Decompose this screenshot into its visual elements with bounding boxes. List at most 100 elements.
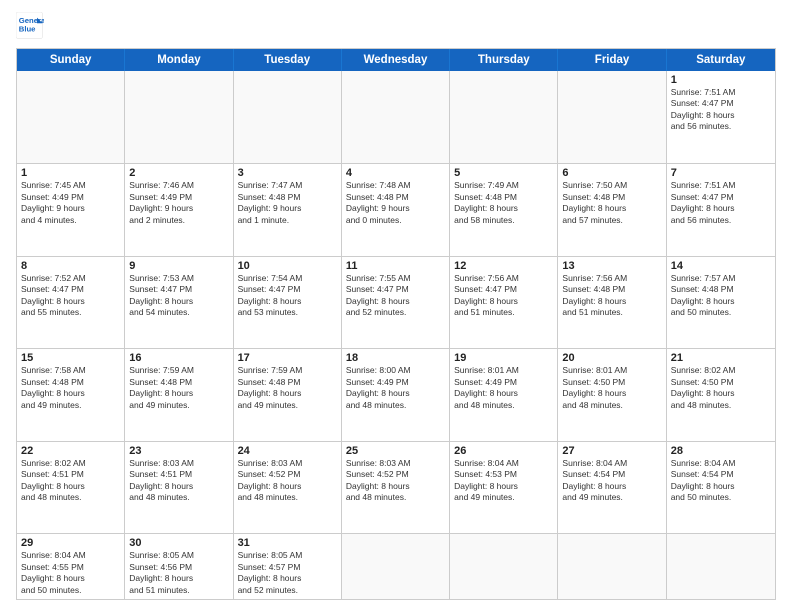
calendar-cell	[558, 71, 666, 163]
day-number: 10	[238, 260, 337, 272]
calendar-cell: 23Sunrise: 8:03 AMSunset: 4:51 PMDayligh…	[125, 442, 233, 533]
day-info-text: Daylight: 8 hours	[238, 481, 337, 492]
day-info-text: Daylight: 8 hours	[129, 573, 228, 584]
day-info-text: Sunrise: 8:04 AM	[21, 550, 120, 561]
day-info-text: Daylight: 8 hours	[346, 296, 445, 307]
day-info-text: Sunset: 4:47 PM	[454, 284, 553, 295]
calendar-cell: 13Sunrise: 7:56 AMSunset: 4:48 PMDayligh…	[558, 257, 666, 348]
calendar-cell: 26Sunrise: 8:04 AMSunset: 4:53 PMDayligh…	[450, 442, 558, 533]
day-info-text: Sunrise: 8:03 AM	[129, 458, 228, 469]
day-info-text: Daylight: 8 hours	[454, 388, 553, 399]
day-info-text: Sunrise: 8:04 AM	[562, 458, 661, 469]
day-info-text: and 2 minutes.	[129, 215, 228, 226]
day-info-text: Daylight: 8 hours	[129, 388, 228, 399]
day-info-text: Sunrise: 8:02 AM	[671, 365, 771, 376]
day-info-text: Sunrise: 7:49 AM	[454, 180, 553, 191]
day-info-text: and 49 minutes.	[238, 400, 337, 411]
day-number: 21	[671, 352, 771, 364]
day-info-text: Sunrise: 8:04 AM	[454, 458, 553, 469]
day-info-text: Sunrise: 7:56 AM	[454, 273, 553, 284]
day-info-text: Sunset: 4:47 PM	[129, 284, 228, 295]
day-info-text: Daylight: 8 hours	[346, 481, 445, 492]
day-info-text: and 57 minutes.	[562, 215, 661, 226]
day-info-text: and 51 minutes.	[129, 585, 228, 596]
calendar-cell: 24Sunrise: 8:03 AMSunset: 4:52 PMDayligh…	[234, 442, 342, 533]
day-info-text: and 4 minutes.	[21, 215, 120, 226]
calendar-cell: 7Sunrise: 7:51 AMSunset: 4:47 PMDaylight…	[667, 164, 775, 255]
day-info-text: Daylight: 8 hours	[346, 388, 445, 399]
day-number: 4	[346, 167, 445, 179]
day-info-text: Daylight: 8 hours	[129, 481, 228, 492]
day-info-text: Sunset: 4:47 PM	[238, 284, 337, 295]
day-info-text: Sunset: 4:53 PM	[454, 469, 553, 480]
calendar-cell	[450, 534, 558, 599]
day-number: 24	[238, 445, 337, 457]
day-info-text: Sunset: 4:47 PM	[671, 98, 771, 109]
day-info-text: and 48 minutes.	[346, 492, 445, 503]
day-number: 1	[671, 74, 771, 86]
day-info-text: and 54 minutes.	[129, 307, 228, 318]
day-info-text: Sunrise: 7:46 AM	[129, 180, 228, 191]
day-info-text: Daylight: 9 hours	[346, 203, 445, 214]
day-info-text: and 50 minutes.	[21, 585, 120, 596]
day-info-text: Daylight: 8 hours	[671, 203, 771, 214]
day-number: 29	[21, 537, 120, 549]
day-number: 26	[454, 445, 553, 457]
day-info-text: Sunrise: 7:58 AM	[21, 365, 120, 376]
day-info-text: Sunset: 4:49 PM	[346, 377, 445, 388]
day-info-text: Sunrise: 7:53 AM	[129, 273, 228, 284]
calendar-cell: 20Sunrise: 8:01 AMSunset: 4:50 PMDayligh…	[558, 349, 666, 440]
day-info-text: Sunrise: 8:00 AM	[346, 365, 445, 376]
day-info-text: Daylight: 8 hours	[454, 481, 553, 492]
calendar-header: SundayMondayTuesdayWednesdayThursdayFrid…	[17, 49, 775, 71]
day-info-text: and 56 minutes.	[671, 121, 771, 132]
day-info-text: and 50 minutes.	[671, 307, 771, 318]
day-number: 20	[562, 352, 661, 364]
day-info-text: and 49 minutes.	[562, 492, 661, 503]
day-info-text: Sunset: 4:55 PM	[21, 562, 120, 573]
day-number: 11	[346, 260, 445, 272]
day-info-text: Sunset: 4:47 PM	[346, 284, 445, 295]
day-info-text: Daylight: 8 hours	[562, 481, 661, 492]
calendar-cell: 18Sunrise: 8:00 AMSunset: 4:49 PMDayligh…	[342, 349, 450, 440]
day-info-text: Sunrise: 7:59 AM	[238, 365, 337, 376]
day-info-text: Daylight: 8 hours	[454, 203, 553, 214]
day-info-text: and 48 minutes.	[346, 400, 445, 411]
day-info-text: and 56 minutes.	[671, 215, 771, 226]
calendar-cell	[17, 71, 125, 163]
day-info-text: Sunrise: 7:45 AM	[21, 180, 120, 191]
day-number: 15	[21, 352, 120, 364]
day-info-text: Daylight: 9 hours	[129, 203, 228, 214]
day-info-text: Sunrise: 7:50 AM	[562, 180, 661, 191]
day-number: 28	[671, 445, 771, 457]
day-info-text: Sunset: 4:48 PM	[238, 377, 337, 388]
day-info-text: Sunrise: 7:51 AM	[671, 180, 771, 191]
calendar-cell	[450, 71, 558, 163]
day-info-text: Sunrise: 7:54 AM	[238, 273, 337, 284]
day-info-text: Sunset: 4:50 PM	[562, 377, 661, 388]
day-number: 31	[238, 537, 337, 549]
calendar-cell: 30Sunrise: 8:05 AMSunset: 4:56 PMDayligh…	[125, 534, 233, 599]
day-info-text: Daylight: 8 hours	[562, 388, 661, 399]
day-of-week-header: Sunday	[17, 49, 125, 71]
calendar-cell: 16Sunrise: 7:59 AMSunset: 4:48 PMDayligh…	[125, 349, 233, 440]
day-info-text: Sunset: 4:54 PM	[671, 469, 771, 480]
day-number: 13	[562, 260, 661, 272]
day-info-text: Sunset: 4:57 PM	[238, 562, 337, 573]
day-info-text: Sunrise: 8:03 AM	[238, 458, 337, 469]
day-info-text: and 48 minutes.	[454, 400, 553, 411]
day-info-text: Daylight: 9 hours	[238, 203, 337, 214]
calendar-body: 1Sunrise: 7:51 AMSunset: 4:47 PMDaylight…	[17, 71, 775, 599]
day-info-text: Daylight: 8 hours	[238, 573, 337, 584]
day-of-week-header: Wednesday	[342, 49, 450, 71]
day-info-text: Sunset: 4:48 PM	[562, 192, 661, 203]
calendar-cell	[667, 534, 775, 599]
day-info-text: Sunset: 4:48 PM	[21, 377, 120, 388]
calendar-cell: 31Sunrise: 8:05 AMSunset: 4:57 PMDayligh…	[234, 534, 342, 599]
day-info-text: Sunrise: 8:03 AM	[346, 458, 445, 469]
calendar-week: 1Sunrise: 7:45 AMSunset: 4:49 PMDaylight…	[17, 163, 775, 255]
day-info-text: Sunset: 4:49 PM	[454, 377, 553, 388]
calendar-cell	[125, 71, 233, 163]
calendar-week: 22Sunrise: 8:02 AMSunset: 4:51 PMDayligh…	[17, 441, 775, 533]
day-info-text: Daylight: 8 hours	[562, 203, 661, 214]
